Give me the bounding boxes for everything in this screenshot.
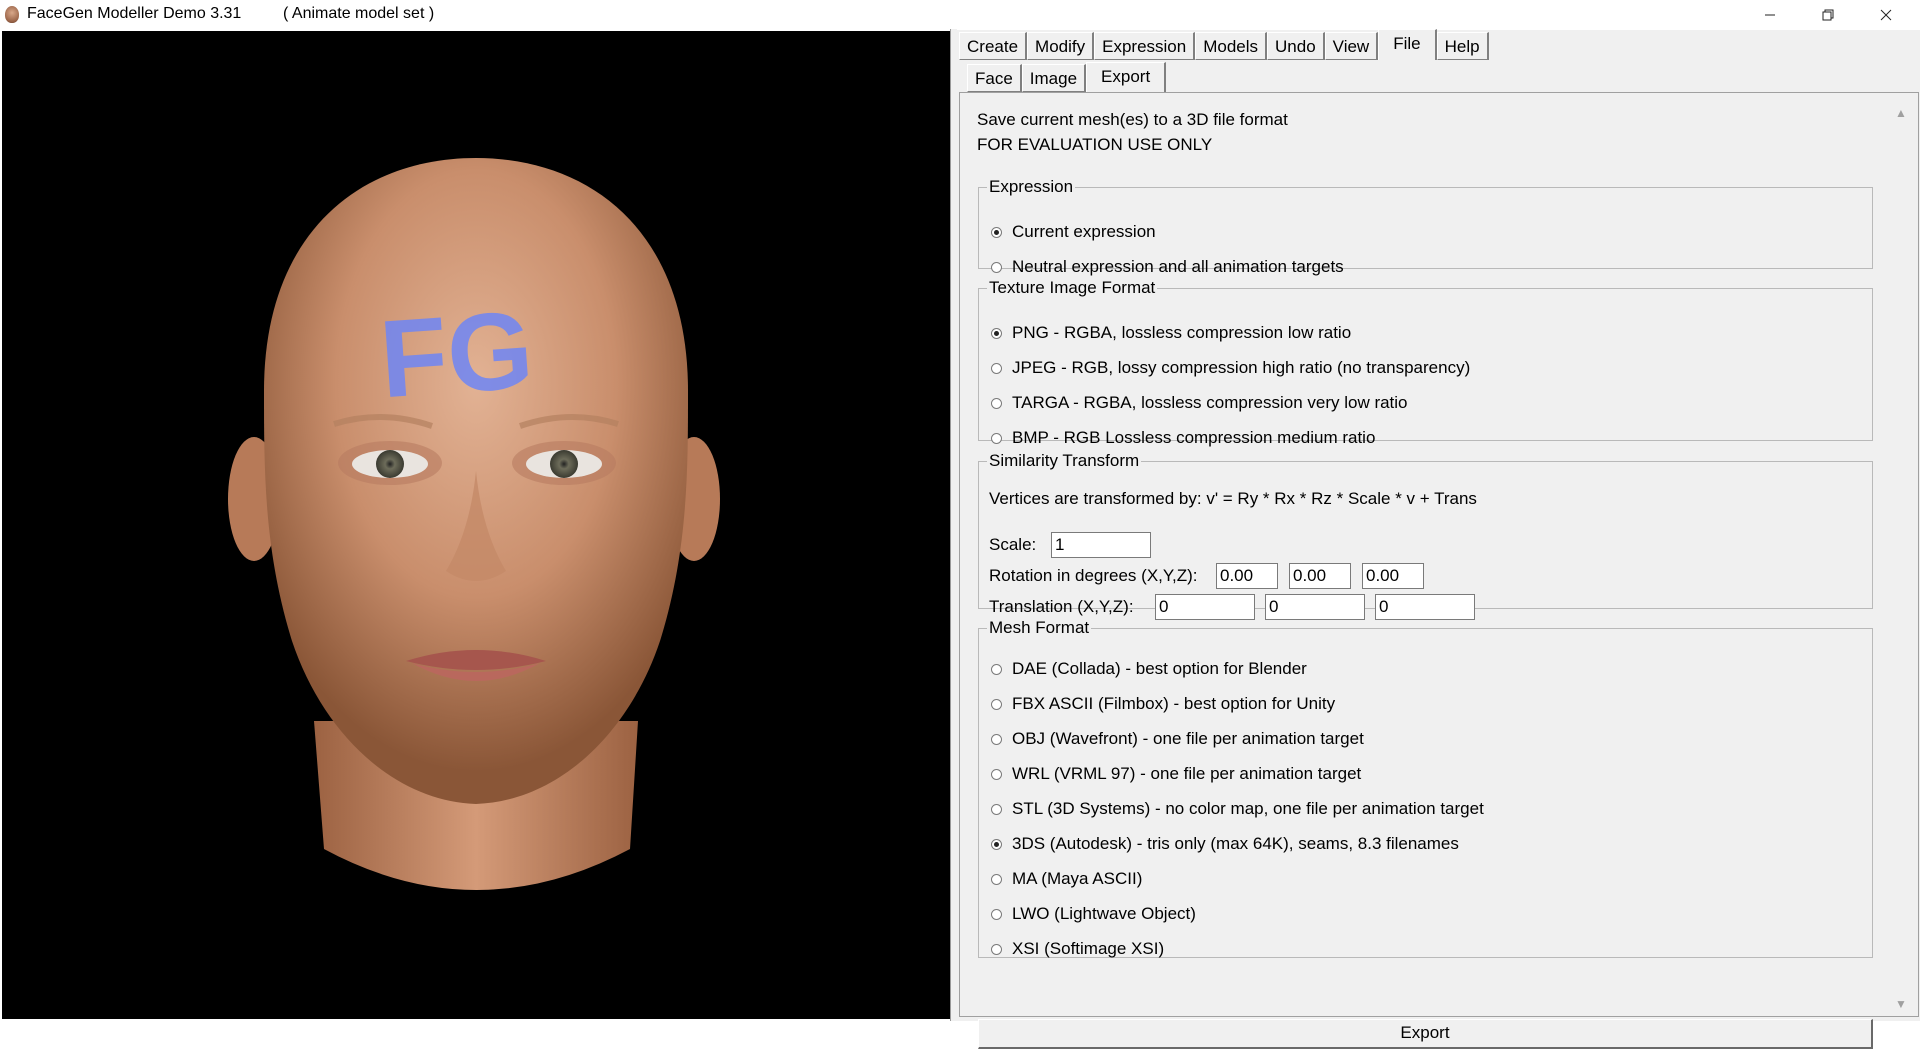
export-page: Save current mesh(es) to a 3D file forma… [959, 92, 1919, 1049]
radio-dot[interactable] [991, 663, 1002, 675]
radio-obj[interactable]: OBJ (Wavefront) - one file per animation… [991, 729, 1364, 749]
radio-dot[interactable] [991, 733, 1002, 745]
scroll-down-icon[interactable]: ▼ [1895, 997, 1907, 1011]
radio-label: Neutral expression and all animation tar… [1012, 257, 1344, 276]
radio-dot[interactable] [991, 838, 1002, 850]
radio-dot[interactable] [991, 768, 1002, 780]
radio-png[interactable]: PNG - RGBA, lossless compression low rat… [991, 323, 1351, 343]
radio-dot[interactable] [991, 327, 1002, 339]
radio-label: Current expression [1012, 222, 1156, 241]
control-panel: Create Modify Expression Models Undo Vie… [957, 29, 1920, 1049]
radio-jpeg[interactable]: JPEG - RGB, lossy compression high ratio… [991, 358, 1470, 378]
rotation-x-input[interactable] [1216, 563, 1278, 589]
radio-neutral-expression[interactable]: Neutral expression and all animation tar… [991, 257, 1344, 277]
tab-models[interactable]: Models [1195, 32, 1268, 60]
radio-label: DAE (Collada) - best option for Blender [1012, 659, 1307, 678]
window-subtitle: ( Animate model set ) [283, 5, 435, 22]
mesh-format-group: Mesh Format DAE (Collada) - best option … [978, 619, 1873, 958]
mesh-legend: Mesh Format [989, 618, 1090, 637]
rotation-y-input[interactable] [1289, 563, 1351, 589]
radio-label: LWO (Lightwave Object) [1012, 904, 1196, 923]
tab-modify[interactable]: Modify [1027, 32, 1095, 60]
tab-undo[interactable]: Undo [1267, 32, 1325, 60]
texture-format-group: Texture Image Format PNG - RGBA, lossles… [978, 278, 1873, 447]
radio-dot[interactable] [991, 698, 1002, 710]
tab-export[interactable]: Export [1086, 62, 1167, 92]
radio-bmp[interactable]: BMP - RGB Lossless compression medium ra… [991, 428, 1375, 448]
transform-formula: Vertices are transformed by: v' = Ry * R… [989, 489, 1477, 508]
vertical-scrollbar[interactable]: ▲ ▼ [1892, 99, 1912, 1011]
main-tab-bar: Create Modify Expression Models Undo Vie… [959, 29, 1489, 63]
app-icon [5, 6, 19, 23]
scroll-up-icon[interactable]: ▲ [1895, 106, 1907, 120]
forehead-fg-text: FG [376, 288, 537, 421]
radio-dot[interactable] [991, 362, 1002, 374]
export-button[interactable]: Export [978, 1019, 1873, 1049]
tab-view[interactable]: View [1324, 32, 1379, 60]
radio-stl[interactable]: STL (3D Systems) - no color map, one fil… [991, 799, 1484, 819]
scale-input[interactable] [1051, 532, 1151, 558]
expression-group: Expression Current expression Neutral ex… [978, 177, 1873, 276]
radio-dot[interactable] [991, 432, 1002, 444]
radio-label: XSI (Softimage XSI) [1012, 939, 1165, 958]
tab-help[interactable]: Help [1436, 32, 1489, 60]
radio-current-expression[interactable]: Current expression [991, 222, 1156, 242]
tab-file[interactable]: File [1378, 29, 1437, 60]
radio-label: FBX ASCII (Filmbox) - best option for Un… [1012, 694, 1336, 713]
tab-face[interactable]: Face [967, 64, 1022, 92]
radio-label: JPEG - RGB, lossy compression high ratio… [1012, 358, 1471, 377]
close-icon[interactable] [1858, 0, 1914, 29]
radio-ma[interactable]: MA (Maya ASCII) [991, 869, 1142, 889]
restore-icon[interactable] [1800, 0, 1856, 29]
translation-y-input[interactable] [1265, 594, 1365, 620]
radio-targa[interactable]: TARGA - RGBA, lossless compression very … [991, 393, 1408, 413]
expression-legend: Expression [989, 177, 1074, 196]
radio-3ds[interactable]: 3DS (Autodesk) - tris only (max 64K), se… [991, 834, 1459, 854]
radio-label: BMP - RGB Lossless compression medium ra… [1012, 428, 1376, 447]
similarity-legend: Similarity Transform [989, 451, 1140, 470]
radio-label: OBJ (Wavefront) - one file per animation… [1012, 729, 1364, 748]
radio-label: PNG - RGBA, lossless compression low rat… [1012, 323, 1352, 342]
title-bar: FaceGen Modeller Demo 3.31 ( Animate mod… [0, 0, 1920, 29]
file-sub-tab-bar: Face Image Export [967, 62, 1167, 94]
tab-image[interactable]: Image [1021, 64, 1087, 92]
radio-dot[interactable] [991, 943, 1002, 955]
radio-dae[interactable]: DAE (Collada) - best option for Blender [991, 659, 1307, 679]
translation-label: Translation (X,Y,Z): [989, 597, 1134, 616]
translation-x-input[interactable] [1155, 594, 1255, 620]
radio-dot[interactable] [991, 397, 1002, 409]
radio-label: MA (Maya ASCII) [1012, 869, 1143, 888]
rotation-z-input[interactable] [1362, 563, 1424, 589]
intro-text: Save current mesh(es) to a 3D file forma… [977, 110, 1288, 129]
radio-dot[interactable] [991, 261, 1002, 273]
radio-label: 3DS (Autodesk) - tris only (max 64K), se… [1012, 834, 1459, 853]
radio-label: TARGA - RGBA, lossless compression very … [1012, 393, 1408, 412]
window-title: FaceGen Modeller Demo 3.31 [27, 5, 242, 22]
radio-lwo[interactable]: LWO (Lightwave Object) [991, 904, 1196, 924]
radio-dot[interactable] [991, 908, 1002, 920]
radio-wrl[interactable]: WRL (VRML 97) - one file per animation t… [991, 764, 1361, 784]
radio-dot[interactable] [991, 226, 1002, 238]
radio-label: WRL (VRML 97) - one file per animation t… [1012, 764, 1362, 783]
tab-create[interactable]: Create [959, 32, 1028, 60]
radio-dot[interactable] [991, 803, 1002, 815]
3d-viewport[interactable]: FG [2, 31, 950, 1019]
tab-expression[interactable]: Expression [1094, 32, 1196, 60]
translation-z-input[interactable] [1375, 594, 1475, 620]
rotation-label: Rotation in degrees (X,Y,Z): [989, 566, 1198, 585]
scale-label: Scale: [989, 535, 1037, 554]
evaluation-notice: FOR EVALUATION USE ONLY [977, 135, 1213, 154]
radio-label: STL (3D Systems) - no color map, one fil… [1012, 799, 1484, 818]
splitter[interactable] [950, 29, 957, 1021]
head-model-render: FG [228, 158, 720, 890]
radio-dot[interactable] [991, 873, 1002, 885]
texture-legend: Texture Image Format [989, 278, 1156, 297]
similarity-transform-group: Similarity Transform Vertices are transf… [978, 451, 1873, 620]
minimize-icon[interactable] [1742, 0, 1798, 29]
radio-fbx[interactable]: FBX ASCII (Filmbox) - best option for Un… [991, 694, 1335, 714]
radio-xsi[interactable]: XSI (Softimage XSI) [991, 939, 1164, 959]
